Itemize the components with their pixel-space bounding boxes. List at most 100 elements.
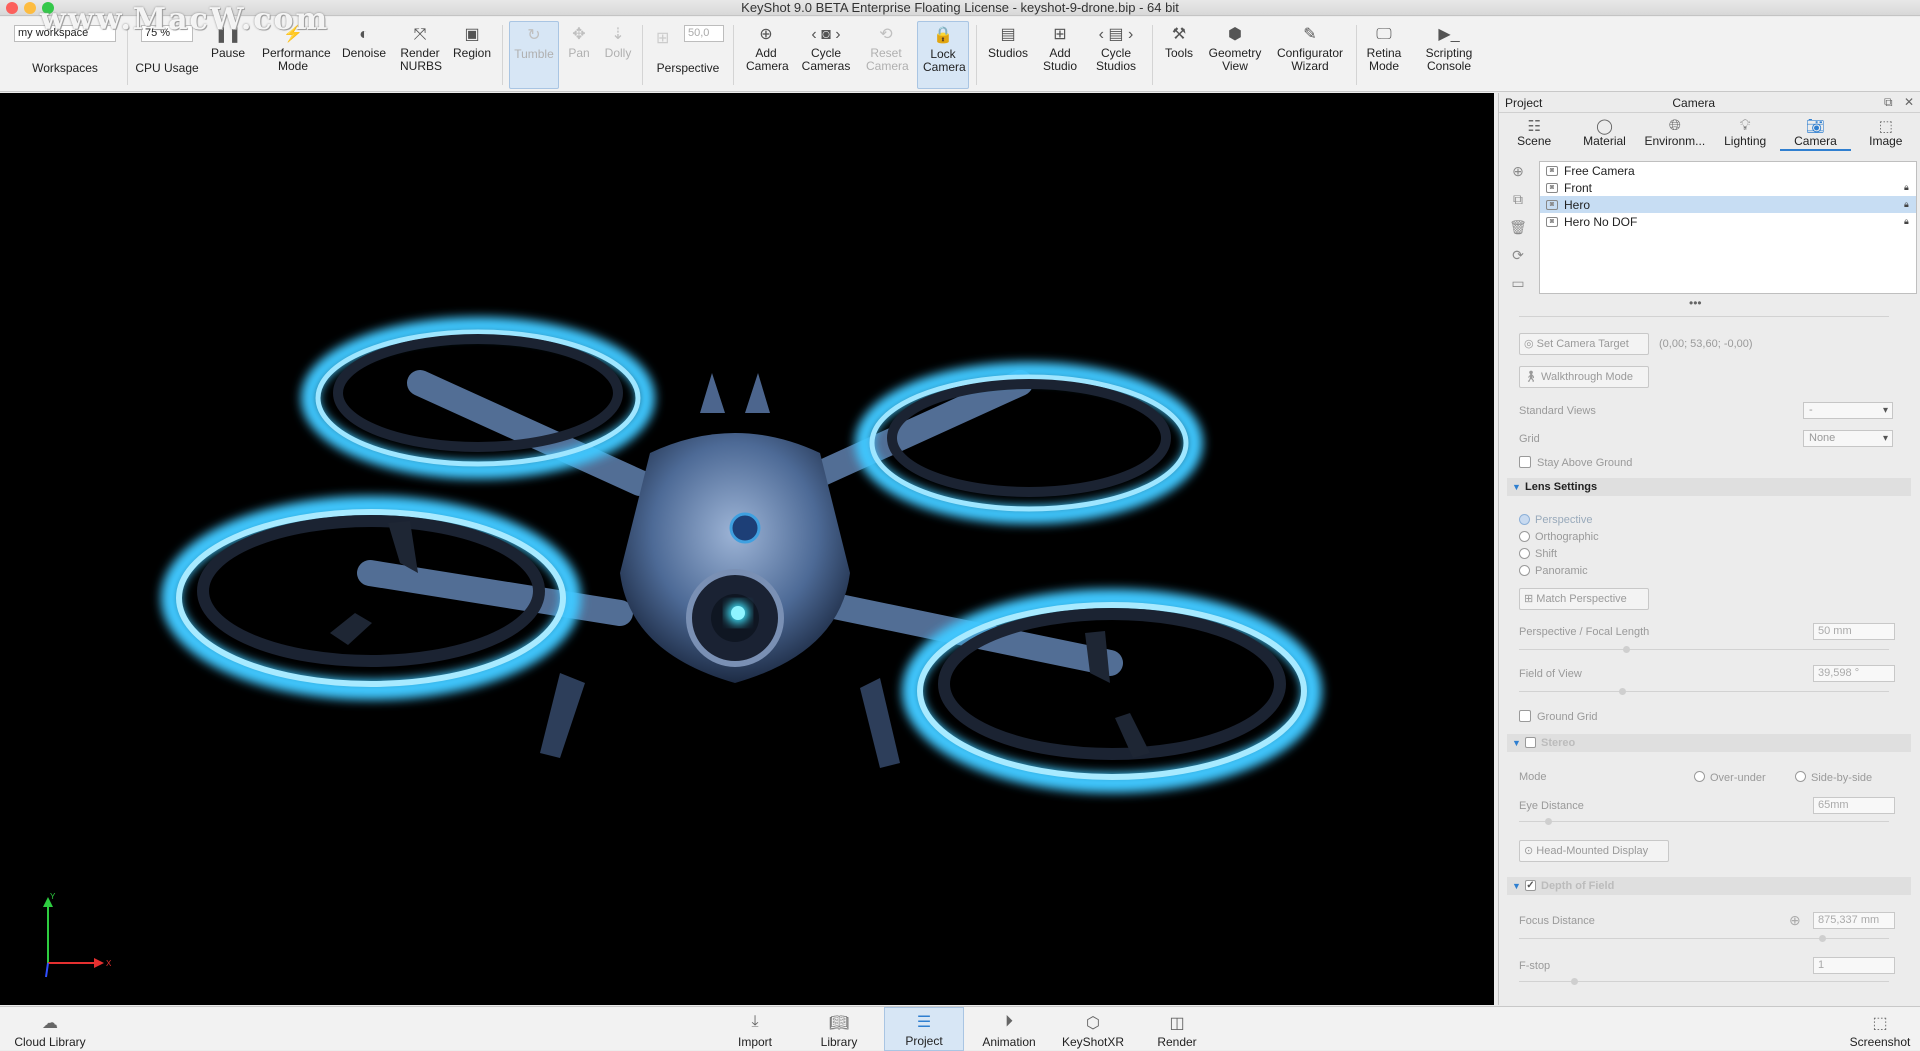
configurator-wizard-button[interactable]: ✎ Configurator Wizard <box>1272 21 1348 89</box>
tab-scene[interactable]: ☷ Scene <box>1499 117 1569 151</box>
list-item[interactable]: ◙ Front 🔒︎ <box>1540 179 1916 196</box>
slider-knob[interactable] <box>1618 688 1626 695</box>
tab-camera[interactable]: 📷︎ Camera <box>1780 117 1851 151</box>
focal-length-field[interactable]: 50 mm <box>1813 623 1895 640</box>
render-button[interactable]: ◫ Render <box>1152 1007 1202 1051</box>
tab-lighting[interactable]: 💡︎ Lighting <box>1710 117 1780 151</box>
cpu-usage-button[interactable]: CPU Usage <box>134 21 200 89</box>
lens-settings-section[interactable]: ▼ Lens Settings <box>1507 478 1911 496</box>
perspective-button[interactable]: ⊞ Perspective <box>652 21 724 89</box>
geometry-view-button[interactable]: ⬢ Geometry View <box>1204 21 1266 89</box>
tab-material[interactable]: ◯ Material <box>1569 117 1639 151</box>
stereo-checkbox[interactable] <box>1525 737 1536 748</box>
tab-image[interactable]: ⬚ Image <box>1851 117 1920 151</box>
fov-label: Field of View <box>1519 668 1582 680</box>
animation-button[interactable]: ⏵ Animation <box>976 1007 1042 1051</box>
panoramic-radio[interactable] <box>1519 565 1530 576</box>
import-button[interactable]: ⤓ Import <box>728 1007 782 1051</box>
match-perspective-button[interactable]: ⊞ Match Perspective <box>1519 588 1649 610</box>
dolly-button[interactable]: ⇣ Dolly <box>600 21 636 89</box>
studios-button[interactable]: ▤ Studios <box>982 21 1034 89</box>
retina-mode-button[interactable]: 🖵 Retina Mode <box>1362 21 1406 89</box>
tools-button[interactable]: ⚒ Tools <box>1158 21 1200 89</box>
fov-slider[interactable] <box>1519 688 1889 695</box>
duplicate-camera-icon[interactable]: ⧉ <box>1509 191 1527 207</box>
render-viewport[interactable]: Y X <box>0 93 1494 1005</box>
depth-of-field-section[interactable]: ▼ ✓ Depth of Field <box>1507 877 1911 895</box>
cycle-studios-button[interactable]: ‹ ▤ › Cycle Studios <box>1088 21 1144 89</box>
tools-icon: ⚒ <box>1171 25 1187 43</box>
panel-project-title: Project <box>1505 95 1543 110</box>
lightbulb-icon: 💡︎ <box>1739 117 1751 134</box>
add-camera-icon[interactable]: ⊕ <box>1509 163 1527 179</box>
pan-button[interactable]: ✥ Pan <box>564 21 594 89</box>
render-nurbs-button[interactable]: ⤧ Render NURBS <box>396 21 444 89</box>
list-item[interactable]: ◙ Free Camera <box>1540 162 1916 179</box>
cloud-library-button[interactable]: ☁ Cloud Library <box>10 1007 90 1051</box>
side-by-side-radio[interactable] <box>1795 771 1806 782</box>
screenshot-button[interactable]: ⬚ Screenshot <box>1844 1007 1916 1051</box>
fstop-field[interactable]: 1 <box>1813 957 1895 974</box>
add-studio-button[interactable]: ⊞ Add Studio <box>1038 21 1082 89</box>
shift-radio[interactable] <box>1519 548 1530 559</box>
slider-knob[interactable] <box>1570 978 1578 985</box>
slider-knob[interactable] <box>1544 818 1552 825</box>
project-button[interactable]: ☰ Project <box>884 1007 964 1051</box>
resize-handle[interactable]: ••• <box>1689 296 1702 310</box>
denoise-button[interactable]: ◐ Denoise <box>338 21 390 89</box>
slider-knob[interactable] <box>1622 646 1630 653</box>
stereo-section[interactable]: ▼ Stereo <box>1507 734 1911 752</box>
region-button[interactable]: ▣ Region <box>450 21 494 89</box>
refresh-icon[interactable]: ⟳ <box>1509 247 1527 263</box>
globe-icon: 🌐︎ <box>1668 117 1681 134</box>
ground-grid-checkbox[interactable] <box>1519 710 1531 722</box>
fov-field[interactable]: 39,598 ° <box>1813 665 1895 682</box>
scripting-console-button[interactable]: ▶_ Scripting Console <box>1418 21 1480 89</box>
perspective-radio[interactable] <box>1519 514 1530 525</box>
tab-environment[interactable]: 🌐︎ Environm... <box>1640 117 1710 151</box>
orthographic-radio[interactable] <box>1519 531 1530 542</box>
standard-views-dropdown[interactable]: - <box>1803 402 1893 419</box>
eye-distance-slider[interactable] <box>1519 818 1889 825</box>
eye-distance-field[interactable]: 65mm <box>1813 797 1895 814</box>
cycle-cameras-button[interactable]: ‹ ◙ › Cycle Cameras <box>798 21 854 89</box>
undock-icon[interactable]: ⧉ <box>1884 95 1893 109</box>
keyshotxr-button[interactable]: ⬡ KeyShotXR <box>1058 1007 1128 1051</box>
pause-button[interactable]: ❚❚ Pause <box>206 21 250 89</box>
list-item[interactable]: ◙ Hero No DOF 🔒︎ <box>1540 213 1916 230</box>
list-item[interactable]: ◙ Hero 🔒︎ <box>1540 196 1916 213</box>
close-window-button[interactable] <box>6 2 18 14</box>
close-panel-icon[interactable]: ✕ <box>1904 95 1914 109</box>
grid-dropdown[interactable]: None <box>1803 430 1893 447</box>
screenshot-icon: ⬚ <box>1872 1015 1888 1032</box>
set-camera-target-button[interactable]: ◎ Set Camera Target <box>1519 333 1649 355</box>
walkthrough-mode-button[interactable]: 🚶︎ Walkthrough Mode <box>1519 366 1649 388</box>
lock-camera-button[interactable]: 🔒 Lock Camera <box>917 21 969 89</box>
delete-icon[interactable]: 🗑︎ <box>1509 219 1527 235</box>
reset-camera-button[interactable]: ⟲ Reset Camera <box>860 21 912 89</box>
slider-knob[interactable] <box>1818 935 1826 942</box>
tumble-button[interactable]: ↻ Tumble <box>509 21 559 89</box>
crosshair-icon[interactable]: ⊕ <box>1789 912 1801 929</box>
fstop-slider[interactable] <box>1519 978 1889 985</box>
minimize-window-button[interactable] <box>24 2 36 14</box>
lock-camera-icon: 🔒 <box>933 26 953 44</box>
panel-tabs: ☷ Scene ◯ Material 🌐︎ Environm... 💡︎ Lightin… <box>1499 117 1920 151</box>
add-camera-button[interactable]: ⊕ Add Camera <box>740 21 792 89</box>
depth-of-field-checkbox[interactable]: ✓ <box>1525 880 1536 891</box>
workspaces-button[interactable]: Workspaces <box>10 21 120 89</box>
head-mounted-display-button[interactable]: ⊙ Head-Mounted Display <box>1519 840 1669 862</box>
focal-length-slider[interactable] <box>1519 646 1889 653</box>
over-under-radio[interactable] <box>1694 771 1705 782</box>
chevron-down-icon: ▼ <box>1512 881 1521 891</box>
zoom-window-button[interactable] <box>42 2 54 14</box>
focus-distance-field[interactable]: 875,337 mm <box>1813 912 1895 929</box>
focus-distance-slider[interactable] <box>1519 935 1889 942</box>
stay-above-ground-checkbox[interactable] <box>1519 456 1531 468</box>
performance-mode-button[interactable]: ⚡ Performance Mode <box>256 21 331 89</box>
perspective-icon: ⊞ <box>656 29 670 47</box>
save-icon[interactable]: ▭ <box>1509 275 1527 291</box>
lock-icon: 🔒︎ <box>1904 199 1909 209</box>
library-button[interactable]: 📖︎ Library <box>812 1007 866 1051</box>
camera-icon: ◙ <box>1546 165 1558 176</box>
